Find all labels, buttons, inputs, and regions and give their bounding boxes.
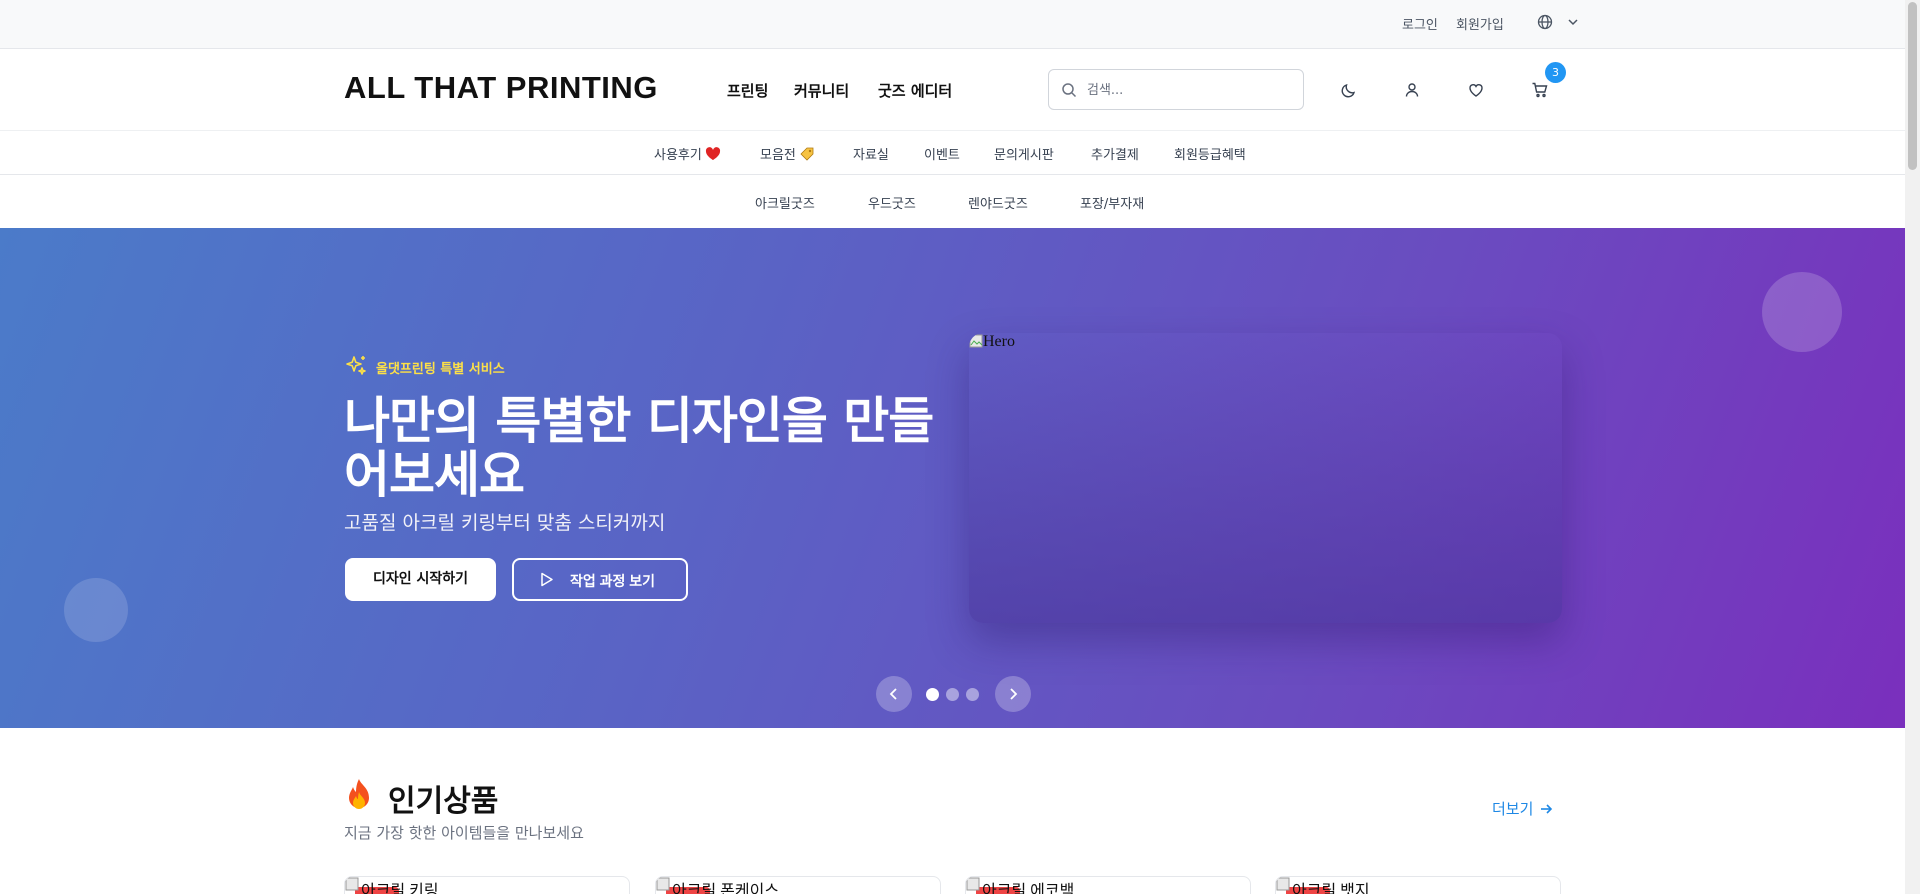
- product-card[interactable]: 아크릴 폰케이스: [655, 876, 941, 894]
- nav-printing[interactable]: 프린팅: [727, 80, 768, 101]
- view-process-button[interactable]: 작업 과정 보기: [512, 558, 688, 601]
- hero-image: Hero: [969, 333, 1562, 623]
- site-logo[interactable]: ALL THAT PRINTING: [344, 70, 658, 106]
- chevron-left-icon: [889, 688, 897, 700]
- fire-icon: [349, 779, 369, 809]
- nav-community[interactable]: 커뮤니티: [794, 80, 849, 101]
- hero-subtitle: 고품질 아크릴 키링부터 맞춤 스티커까지: [344, 512, 666, 534]
- section-title: 인기상품: [388, 784, 499, 819]
- product-image-alt: 아크릴 폰케이스: [672, 883, 780, 894]
- chevron-down-icon[interactable]: [1567, 16, 1579, 28]
- product-card[interactable]: 아크릴 에코백: [965, 876, 1251, 894]
- product-card[interactable]: 아크릴 뱃지: [1275, 876, 1561, 894]
- more-link[interactable]: 더보기: [1492, 798, 1553, 819]
- subnav-item-member-benefits[interactable]: 회원등급혜택: [1174, 144, 1246, 163]
- subnav-item-extra-payment[interactable]: 추가결제: [1091, 144, 1139, 163]
- scrollbar-thumb[interactable]: [1908, 2, 1917, 170]
- carousel-next-button[interactable]: [995, 676, 1031, 712]
- subnav-item-library[interactable]: 자료실: [853, 144, 889, 163]
- start-design-button[interactable]: 디자인 시작하기: [345, 558, 496, 601]
- arrow-right-icon: [1541, 804, 1553, 814]
- popular-products-section: 인기상품 지금 가장 핫한 아이템들을 만나보세요 더보기 아크릴 키링 아크릴…: [0, 728, 1905, 894]
- subnav-item-label: 모음전: [760, 148, 796, 163]
- moon-icon[interactable]: [1340, 81, 1358, 99]
- sub-nav: 사용후기 모음전 자료실 이벤트 문의게시판 추가결제 회원등급혜택: [0, 131, 1905, 175]
- page: 로그인 회원가입 ALL THAT PRINTING 프린팅 커뮤니티 굿즈 에…: [0, 0, 1905, 894]
- hero-banner: 올댓프린팅 특별 서비스 나만의 특별한 디자인을 만들어보세요 고품질 아크릴…: [0, 228, 1905, 728]
- carousel-dot-1[interactable]: [926, 688, 939, 701]
- search-box[interactable]: [1048, 69, 1304, 110]
- product-image-alt: 아크릴 에코백: [982, 883, 1075, 894]
- search-icon: [1062, 83, 1077, 98]
- category-nav: 아크릴굿즈 우드굿즈 렌야드굿즈 포장/부자재: [0, 175, 1905, 228]
- broken-image-icon: [969, 334, 983, 348]
- category-acrylic[interactable]: 아크릴굿즈: [755, 193, 815, 212]
- nav-goods-editor[interactable]: 굿즈 에디터: [878, 80, 952, 101]
- product-card[interactable]: 아크릴 키링: [344, 876, 630, 894]
- decorative-circle: [64, 578, 128, 642]
- decorative-circle: [1762, 272, 1842, 352]
- chevron-right-icon: [1010, 688, 1018, 700]
- user-icon[interactable]: [1403, 81, 1421, 99]
- product-image-alt: 아크릴 키링: [361, 883, 439, 894]
- broken-image-icon: [966, 877, 980, 891]
- site-header: ALL THAT PRINTING 프린팅 커뮤니티 굿즈 에디터 3: [0, 49, 1905, 131]
- search-input[interactable]: [1087, 79, 1287, 101]
- more-link-label: 더보기: [1492, 800, 1534, 818]
- cart-icon[interactable]: [1531, 81, 1549, 99]
- tag-emoji-icon: [800, 147, 814, 161]
- section-subtitle: 지금 가장 핫한 아이템들을 만나보세요: [344, 824, 584, 842]
- broken-image-icon: [656, 877, 670, 891]
- subnav-item-collection[interactable]: 모음전: [760, 144, 815, 163]
- globe-icon[interactable]: [1537, 14, 1553, 30]
- category-lanyard[interactable]: 렌야드굿즈: [968, 193, 1028, 212]
- subnav-item-label: 사용후기: [654, 148, 702, 163]
- broken-image-icon: [1276, 877, 1290, 891]
- heart-icon[interactable]: [1467, 81, 1485, 99]
- play-icon: [541, 572, 553, 587]
- hero-image-alt-text: Hero: [983, 333, 1015, 350]
- hero-badge-text: 올댓프린팅 특별 서비스: [376, 362, 505, 377]
- broken-image-icon: [345, 877, 359, 891]
- product-image-alt: 아크릴 뱃지: [1292, 883, 1370, 894]
- category-wood[interactable]: 우드굿즈: [868, 193, 916, 212]
- carousel-prev-button[interactable]: [876, 676, 912, 712]
- heart-emoji-icon: [705, 147, 720, 160]
- subnav-item-inquiry[interactable]: 문의게시판: [994, 144, 1054, 163]
- hero-image-alt: Hero: [969, 333, 1015, 351]
- signup-link[interactable]: 회원가입: [1456, 14, 1504, 33]
- cart-count-badge: 3: [1545, 62, 1566, 83]
- sparkles-icon: [346, 356, 366, 375]
- view-process-label: 작업 과정 보기: [570, 573, 656, 589]
- category-packaging[interactable]: 포장/부자재: [1080, 193, 1144, 212]
- subnav-item-reviews[interactable]: 사용후기: [654, 144, 721, 163]
- carousel-dot-3[interactable]: [966, 688, 979, 701]
- subnav-item-events[interactable]: 이벤트: [924, 144, 960, 163]
- login-link[interactable]: 로그인: [1402, 14, 1438, 33]
- carousel-dot-2[interactable]: [946, 688, 959, 701]
- hero-title: 나만의 특별한 디자인을 만들어보세요: [344, 392, 934, 504]
- utility-bar: 로그인 회원가입: [0, 0, 1905, 49]
